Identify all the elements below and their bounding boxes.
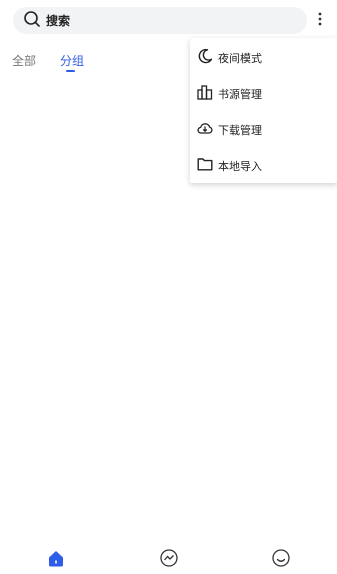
- nav-discover[interactable]: [159, 548, 179, 568]
- tab-group-label: 分组: [60, 54, 85, 68]
- discover-icon: [159, 549, 179, 572]
- tab-all[interactable]: 全部: [12, 52, 36, 69]
- nav-profile[interactable]: [271, 548, 291, 568]
- tab-all-label: 全部: [12, 54, 37, 68]
- search-label: 搜索: [46, 14, 71, 28]
- tab-bar: 全部 分组: [12, 52, 108, 72]
- profile-icon: [271, 549, 291, 572]
- cloud-download-icon: [197, 120, 213, 140]
- folder-icon: [197, 156, 213, 176]
- more-vertical-icon: [318, 11, 322, 31]
- more-options-button[interactable]: [312, 12, 328, 30]
- menu-item-label: 下载管理: [218, 124, 262, 137]
- menu-item-download-manage[interactable]: 下载管理: [190, 112, 337, 148]
- nav-home[interactable]: [46, 548, 66, 568]
- tab-group[interactable]: 分组: [60, 52, 85, 72]
- home-icon: [46, 551, 66, 572]
- menu-item-night-mode[interactable]: 夜间模式: [190, 40, 337, 76]
- search-icon: [23, 10, 41, 32]
- menu-item-local-import[interactable]: 本地导入: [190, 148, 337, 184]
- menu-item-label: 夜间模式: [218, 52, 262, 65]
- menu-item-source-manage[interactable]: 书源管理: [190, 76, 337, 112]
- search-bar[interactable]: 搜索: [13, 7, 307, 34]
- tab-active-indicator: [66, 70, 76, 72]
- menu-item-label: 本地导入: [218, 160, 262, 173]
- bottom-nav: [0, 548, 337, 574]
- bookshelf-icon: [197, 84, 213, 104]
- overflow-menu: 夜间模式 书源管理 下载管理 本地导入: [190, 38, 337, 183]
- moon-icon: [197, 48, 213, 68]
- menu-item-label: 书源管理: [218, 88, 262, 101]
